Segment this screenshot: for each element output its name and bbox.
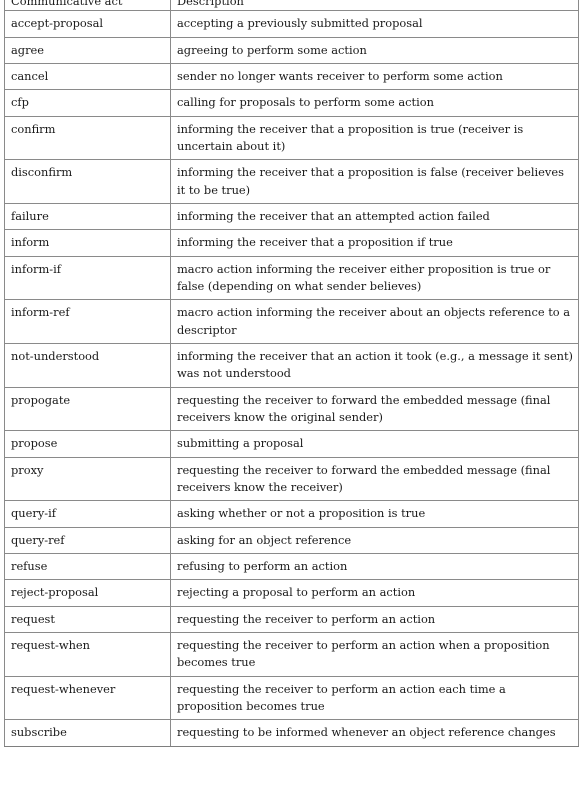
cell-communicative-act: inform-if (4, 255, 171, 301)
table-row: accept-proposal accepting a previously su… (4, 10, 579, 38)
cell-communicative-act: request (4, 605, 171, 633)
table-row: proxy requesting the receiver to forward … (4, 456, 579, 502)
cell-description: calling for proposals to perform some ac… (170, 89, 579, 117)
cell-description: requesting the receiver to perform an ac… (170, 631, 579, 677)
table-row: propogate requesting the receiver to forw… (4, 386, 579, 432)
cell-communicative-act: agree (4, 36, 171, 65)
cell-description: refusing to perform an action (170, 552, 579, 581)
cell-communicative-act: accept-proposal (4, 10, 171, 38)
table-row: failure informing the receiver that an at… (4, 203, 579, 231)
communicative-acts-table: Communicative act Description accept-pro… (4, 0, 579, 747)
cell-communicative-act: failure (4, 203, 171, 231)
cell-description: requesting the receiver to forward the e… (170, 456, 579, 502)
table-row: query-ref asking for an object reference (4, 526, 579, 554)
table-row: subscribe requesting to be informed whene… (4, 719, 579, 747)
table-row: request-whenever requesting the receiver … (4, 675, 579, 721)
cell-description: accepting a previously submitted proposa… (170, 10, 579, 38)
cell-communicative-act: inform (4, 229, 171, 257)
cell-communicative-act: query-if (4, 500, 171, 528)
cell-communicative-act: refuse (4, 552, 171, 581)
cell-description: sender no longer wants receiver to perfo… (170, 63, 579, 91)
cell-description: asking for an object reference (170, 526, 579, 554)
cell-description: macro action informing the receiver eith… (170, 255, 579, 301)
cell-description: rejecting a proposal to perform an actio… (170, 579, 579, 607)
table-row: confirm informing the receiver that a pro… (4, 115, 579, 161)
cell-communicative-act: confirm (4, 115, 171, 161)
table-row: inform informing the receiver that a prop… (4, 229, 579, 257)
table-row: agree agreeing to perform some action (4, 36, 579, 65)
table-row: cfp calling for proposals to perform some… (4, 89, 579, 117)
table-row: inform-if macro action informing the rece… (4, 255, 579, 301)
cell-description: informing the receiver that a propositio… (170, 229, 579, 257)
cell-communicative-act: query-ref (4, 526, 171, 554)
cell-description: requesting the receiver to forward the e… (170, 386, 579, 432)
column-header-description: Description (170, 0, 579, 12)
cell-description: informing the receiver that a propositio… (170, 159, 579, 205)
cell-communicative-act: disconfirm (4, 159, 171, 205)
cell-communicative-act: not-understood (4, 343, 171, 388)
table-row: request-when requesting the receiver to p… (4, 631, 579, 677)
cell-description: informing the receiver that a propositio… (170, 115, 579, 161)
cell-communicative-act: proxy (4, 456, 171, 502)
cell-description: macro action informing the receiver abou… (170, 299, 579, 344)
table-row: cancel sender no longer wants receiver to… (4, 63, 579, 91)
cell-description: informing the receiver that an action it… (170, 343, 579, 388)
table-header: Communicative act Description (4, 0, 579, 12)
table-row: request requesting the receiver to perfor… (4, 605, 579, 633)
table-row: query-if asking whether or not a proposit… (4, 500, 579, 528)
cell-communicative-act: inform-ref (4, 299, 171, 344)
cell-communicative-act: cfp (4, 89, 171, 117)
cell-description: informing the receiver that an attempted… (170, 203, 579, 231)
table-row: reject-proposal rejecting a proposal to p… (4, 579, 579, 607)
cell-description: submitting a proposal (170, 430, 579, 458)
column-header-communicative-act: Communicative act (4, 0, 171, 12)
cell-description: agreeing to perform some action (170, 36, 579, 65)
page: Communicative act Description accept-pro… (0, 0, 580, 793)
communicative-acts-table-wrapper: Communicative act Description accept-pro… (4, 0, 579, 747)
cell-description: asking whether or not a proposition is t… (170, 500, 579, 528)
cell-communicative-act: cancel (4, 63, 171, 91)
cell-communicative-act: propose (4, 430, 171, 458)
cell-description: requesting the receiver to perform an ac… (170, 605, 579, 633)
cell-communicative-act: request-when (4, 631, 171, 677)
table-row: not-understood informing the receiver tha… (4, 343, 579, 388)
cell-description: requesting to be informed whenever an ob… (170, 719, 579, 747)
table-row: disconfirm informing the receiver that a … (4, 159, 579, 205)
table-row: inform-ref macro action informing the rec… (4, 299, 579, 344)
cell-communicative-act: request-whenever (4, 675, 171, 721)
cell-communicative-act: reject-proposal (4, 579, 171, 607)
table-row: propose submitting a proposal (4, 430, 579, 458)
cell-communicative-act: subscribe (4, 719, 171, 747)
table-body: accept-proposal accepting a previously su… (4, 10, 579, 747)
cell-description: requesting the receiver to perform an ac… (170, 675, 579, 721)
cell-communicative-act: propogate (4, 386, 171, 432)
table-row: refuse refusing to perform an action (4, 552, 579, 581)
table-header-row: Communicative act Description (4, 0, 579, 12)
